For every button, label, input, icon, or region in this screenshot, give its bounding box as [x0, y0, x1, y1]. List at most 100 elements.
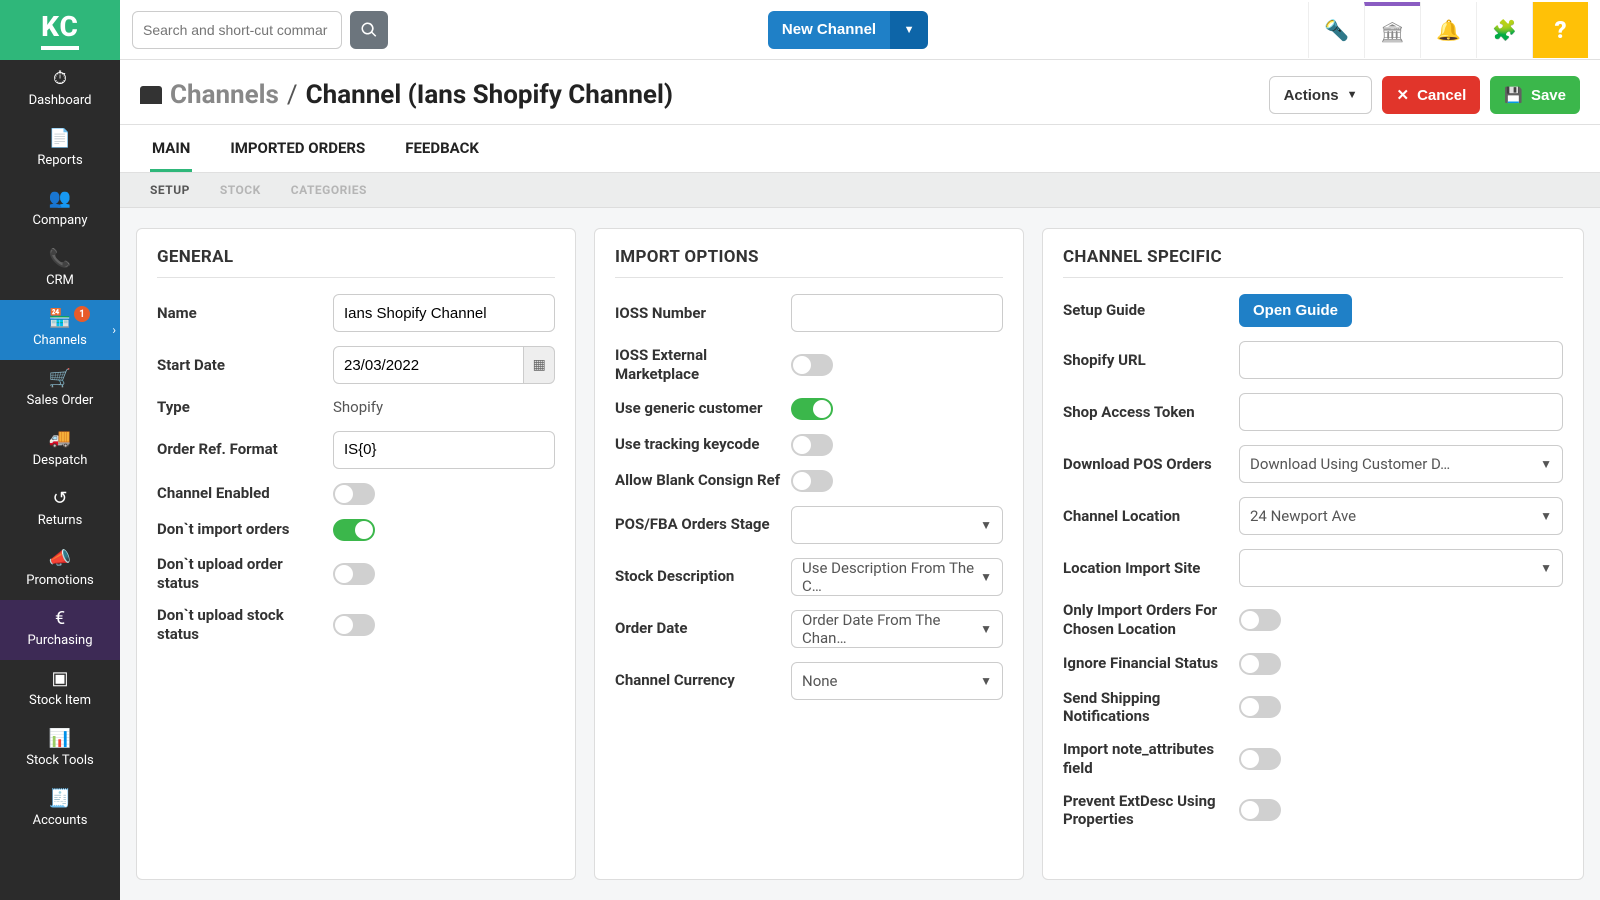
new-channel-button[interactable]: New Channel [768, 11, 890, 49]
truck-icon: 🚚 [6, 430, 114, 448]
accounts-icon: 🧾 [6, 790, 114, 808]
chevron-down-icon: ▼ [980, 622, 992, 636]
actions-dropdown[interactable]: Actions ▼ [1269, 76, 1373, 114]
shopify-url-input[interactable] [1239, 341, 1563, 379]
chevron-down-icon: ▼ [1347, 89, 1358, 101]
dont-import-orders-toggle[interactable] [333, 519, 375, 541]
breadcrumb-root[interactable]: Channels [170, 80, 279, 110]
tabs-primary: MAIN IMPORTED ORDERS FEEDBACK [120, 125, 1600, 173]
tab-imported-orders[interactable]: IMPORTED ORDERS [228, 125, 367, 172]
content: GENERAL Name Start Date▦ TypeShopify Ord… [120, 208, 1600, 900]
search-button[interactable] [350, 11, 388, 49]
nav-returns[interactable]: ↺Returns [0, 480, 120, 540]
specific-heading: CHANNEL SPECIFIC [1063, 247, 1563, 267]
topbar: New Channel ▼ 🔦 🏛 🔔 🧩 ? [120, 0, 1600, 60]
warehouse-icon[interactable]: 🏛 [1364, 2, 1420, 58]
dont-upload-stock-toggle[interactable] [333, 614, 375, 636]
nav-purchasing[interactable]: €Purchasing [0, 600, 120, 660]
nav-stock-tools[interactable]: 📊Stock Tools [0, 720, 120, 780]
breadcrumb: Channels / Channel (Ians Shopify Channel… [140, 80, 673, 110]
card-import-options: IMPORT OPTIONS IOSS Number IOSS External… [594, 228, 1024, 880]
pos-fba-select[interactable]: ▼ [791, 506, 1003, 544]
save-button[interactable]: 💾 Save [1490, 76, 1580, 114]
search-icon [360, 21, 378, 39]
nav-promotions[interactable]: 📣Promotions [0, 540, 120, 600]
nav-company[interactable]: 👥Company [0, 180, 120, 240]
channel-enabled-toggle[interactable] [333, 483, 375, 505]
chevron-down-icon: ▼ [904, 24, 915, 36]
ioss-number-input[interactable] [791, 294, 1003, 332]
channel-currency-select[interactable]: None▼ [791, 662, 1003, 700]
nav-crm[interactable]: 📞CRM [0, 240, 120, 300]
channel-location-select[interactable]: 24 Newport Ave▼ [1239, 497, 1563, 535]
company-icon: 👥 [6, 190, 114, 208]
card-channel-specific: CHANNEL SPECIFIC Setup GuideOpen Guide S… [1042, 228, 1584, 880]
subtab-categories[interactable]: CATEGORIES [291, 183, 367, 197]
ignore-financial-toggle[interactable] [1239, 653, 1281, 675]
nav-stock-item[interactable]: ▣Stock Item [0, 660, 120, 720]
order-ref-input[interactable] [333, 431, 555, 469]
nav-channels[interactable]: 1 🏪Channels › [0, 300, 120, 360]
returns-icon: ↺ [6, 490, 114, 508]
nav-reports[interactable]: 📄Reports [0, 120, 120, 180]
start-date-input[interactable] [333, 346, 524, 384]
cart-icon: 🛒 [6, 370, 114, 388]
box-icon: ▣ [6, 670, 114, 688]
subtab-setup[interactable]: SETUP [150, 183, 190, 197]
page-header: Channels / Channel (Ians Shopify Channel… [120, 60, 1600, 125]
open-guide-button[interactable]: Open Guide [1239, 294, 1352, 327]
cancel-button[interactable]: ✕ Cancel [1382, 76, 1480, 114]
search-input[interactable] [132, 11, 342, 49]
send-shipping-toggle[interactable] [1239, 696, 1281, 718]
type-value: Shopify [333, 398, 383, 416]
subtab-stock[interactable]: STOCK [220, 183, 261, 197]
megaphone-icon: 📣 [6, 550, 114, 568]
ioss-external-toggle[interactable] [791, 354, 833, 376]
close-icon: ✕ [1396, 86, 1409, 104]
prevent-extdesc-toggle[interactable] [1239, 799, 1281, 821]
date-picker-button[interactable]: ▦ [524, 346, 555, 384]
tabs-secondary: SETUP STOCK CATEGORIES [120, 173, 1600, 208]
shop-access-token-input[interactable] [1239, 393, 1563, 431]
chevron-down-icon: ▼ [980, 518, 992, 532]
nav-accounts[interactable]: 🧾Accounts [0, 780, 120, 840]
card-general: GENERAL Name Start Date▦ TypeShopify Ord… [136, 228, 576, 880]
order-date-select[interactable]: Order Date From The Chan…▼ [791, 610, 1003, 648]
dashboard-icon: ⏱ [6, 70, 114, 88]
bell-icon[interactable]: 🔔 [1420, 2, 1476, 58]
chevron-down-icon: ▼ [1540, 561, 1552, 575]
name-input[interactable] [333, 294, 555, 332]
only-import-location-toggle[interactable] [1239, 609, 1281, 631]
use-tracking-keycode-toggle[interactable] [791, 434, 833, 456]
tab-main[interactable]: MAIN [150, 125, 192, 172]
nav-dashboard[interactable]: ⏱Dashboard [0, 60, 120, 120]
page-title: Channel (Ians Shopify Channel) [306, 80, 673, 110]
calendar-icon: ▦ [533, 357, 546, 373]
channels-badge: 1 [74, 306, 90, 322]
chevron-down-icon: ▼ [1540, 509, 1552, 523]
crm-icon: 📞 [6, 250, 114, 268]
location-import-select[interactable]: ▼ [1239, 549, 1563, 587]
store-icon [140, 86, 162, 104]
download-pos-select[interactable]: Download Using Customer D…▼ [1239, 445, 1563, 483]
sidebar: KC ⏱Dashboard 📄Reports 👥Company 📞CRM 1 🏪… [0, 0, 120, 900]
chevron-down-icon: ▼ [980, 674, 992, 688]
nav-sales-order[interactable]: 🛒Sales Order [0, 360, 120, 420]
help-button[interactable]: ? [1532, 2, 1588, 58]
chart-icon: 📊 [6, 730, 114, 748]
reports-icon: 📄 [6, 130, 114, 148]
apps-icon[interactable]: 🧩 [1476, 2, 1532, 58]
chevron-down-icon: ▼ [1540, 457, 1552, 471]
chevron-right-icon: › [112, 323, 116, 337]
allow-blank-consign-toggle[interactable] [791, 470, 833, 492]
tab-feedback[interactable]: FEEDBACK [403, 125, 481, 172]
scanner-icon[interactable]: 🔦 [1308, 2, 1364, 58]
new-channel-dropdown[interactable]: ▼ [890, 11, 928, 49]
dont-upload-order-toggle[interactable] [333, 563, 375, 585]
use-generic-customer-toggle[interactable] [791, 398, 833, 420]
nav-despatch[interactable]: 🚚Despatch [0, 420, 120, 480]
general-heading: GENERAL [157, 247, 555, 267]
logo[interactable]: KC [0, 0, 120, 60]
import-note-attributes-toggle[interactable] [1239, 748, 1281, 770]
stock-description-select[interactable]: Use Description From The C…▼ [791, 558, 1003, 596]
